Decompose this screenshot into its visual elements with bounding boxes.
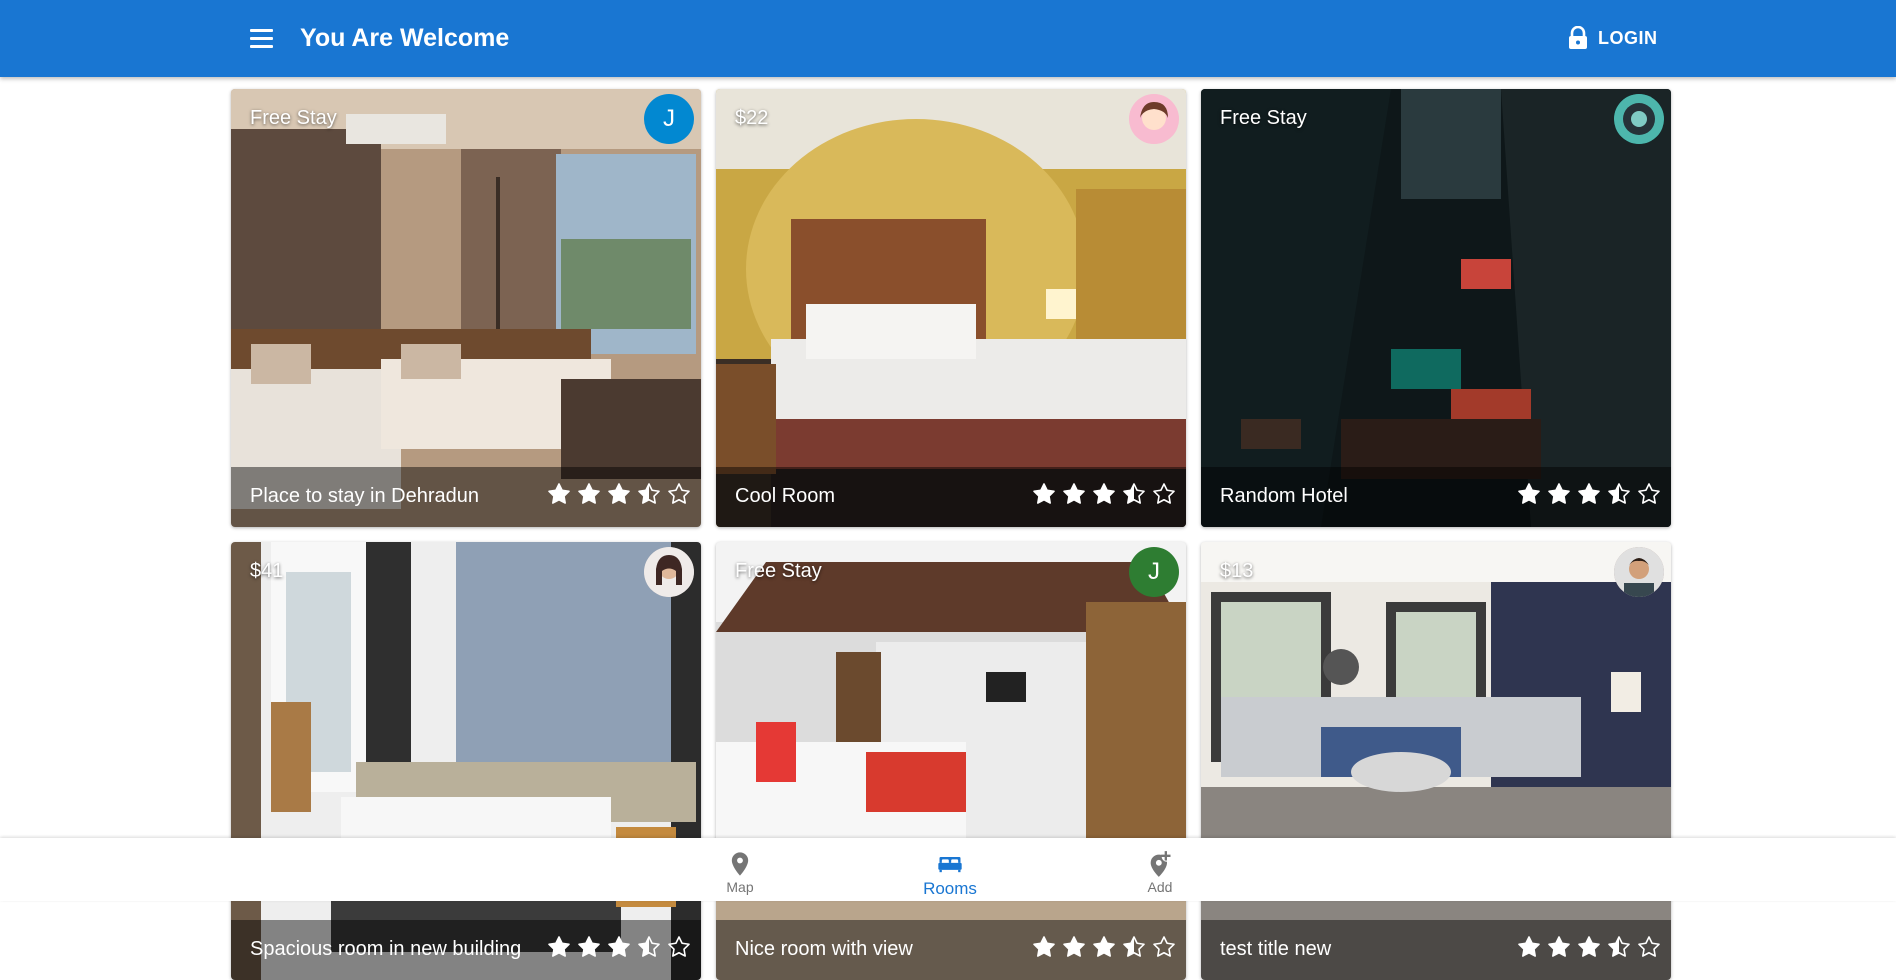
avatar-image <box>1614 94 1664 144</box>
card-caption: Nice room with view <box>716 920 1186 980</box>
nav-add-label: Add <box>1147 879 1173 895</box>
price-label: Free Stay <box>1220 107 1307 129</box>
rating-stars[interactable] <box>547 935 691 959</box>
star-outline-icon[interactable] <box>1637 482 1661 506</box>
card-caption: Spacious room in new building <box>231 920 701 980</box>
star-outline-icon[interactable] <box>1637 935 1661 959</box>
room-photo <box>1201 542 1671 980</box>
room-title: Cool Room <box>735 485 836 507</box>
star-half-icon[interactable] <box>637 935 661 959</box>
rating-stars[interactable] <box>547 482 691 506</box>
room-card[interactable]: $13 test title new <box>1201 542 1671 980</box>
room-photo <box>716 542 1186 980</box>
star-half-icon[interactable] <box>1122 482 1146 506</box>
avatar[interactable] <box>644 547 694 597</box>
room-card[interactable]: Free Stay J Nice room with view <box>716 542 1186 980</box>
avatar-image <box>1614 547 1664 597</box>
star-half-icon[interactable] <box>637 482 661 506</box>
star-icon[interactable] <box>1032 482 1056 506</box>
room-photo <box>231 542 701 980</box>
room-title: Spacious room in new building <box>250 938 522 960</box>
nav-rooms[interactable]: Rooms <box>890 838 1010 901</box>
room-title: Place to stay in Dehradun <box>250 485 480 507</box>
room-photo <box>231 89 701 527</box>
card-caption: Random Hotel <box>1201 467 1671 527</box>
card-caption: Cool Room <box>716 467 1186 527</box>
star-outline-icon[interactable] <box>1152 482 1176 506</box>
app-bar: You Are Welcome LOGIN <box>0 0 1896 77</box>
bed-icon <box>938 857 962 873</box>
star-half-icon[interactable] <box>1122 935 1146 959</box>
rating-stars[interactable] <box>1032 482 1176 506</box>
star-outline-icon[interactable] <box>1152 935 1176 959</box>
star-outline-icon[interactable] <box>667 482 691 506</box>
star-icon[interactable] <box>547 482 571 506</box>
star-outline-icon[interactable] <box>667 935 691 959</box>
room-photo <box>716 89 1186 527</box>
card-caption: test title new <box>1201 920 1671 980</box>
price-label: Free Stay <box>250 107 337 129</box>
room-title: test title new <box>1220 938 1332 960</box>
rating-stars[interactable] <box>1032 935 1176 959</box>
avatar[interactable]: J <box>644 94 694 144</box>
star-icon[interactable] <box>1577 935 1601 959</box>
menu-icon[interactable] <box>245 22 277 54</box>
avatar[interactable] <box>1129 94 1179 144</box>
avatar[interactable] <box>1614 547 1664 597</box>
star-icon[interactable] <box>1517 935 1541 959</box>
rating-stars[interactable] <box>1517 482 1661 506</box>
price-label: Free Stay <box>735 560 822 582</box>
room-card[interactable]: $22 Cool Room <box>716 89 1186 527</box>
star-icon[interactable] <box>1062 935 1086 959</box>
star-icon[interactable] <box>1547 482 1571 506</box>
room-card[interactable]: Free Stay J Place to stay in Dehradun <box>231 89 701 527</box>
star-icon[interactable] <box>1517 482 1541 506</box>
lock-icon <box>1569 26 1587 49</box>
star-half-icon[interactable] <box>1607 482 1631 506</box>
card-caption: Place to stay in Dehradun <box>231 467 701 527</box>
star-icon[interactable] <box>1547 935 1571 959</box>
login-button[interactable]: LOGIN <box>1568 22 1658 54</box>
star-icon[interactable] <box>577 482 601 506</box>
nav-map[interactable]: Map <box>680 838 800 901</box>
bottom-navigation: Map Rooms Add <box>0 838 1896 901</box>
price-label: $13 <box>1220 560 1254 582</box>
star-icon[interactable] <box>607 935 631 959</box>
price-label: $41 <box>250 560 284 582</box>
room-title: Nice room with view <box>735 938 913 960</box>
price-label: $22 <box>735 107 769 129</box>
room-title: Random Hotel <box>1220 485 1348 507</box>
avatar-image <box>644 547 694 597</box>
map-pin-icon <box>731 852 749 876</box>
avatar[interactable]: J <box>1129 547 1179 597</box>
avatar-image <box>1129 94 1179 144</box>
login-label: LOGIN <box>1598 27 1658 48</box>
star-icon[interactable] <box>1577 482 1601 506</box>
app-title: You Are Welcome <box>300 24 510 52</box>
nav-map-label: Map <box>726 879 754 895</box>
rating-stars[interactable] <box>1517 935 1661 959</box>
star-icon[interactable] <box>1032 935 1056 959</box>
star-icon[interactable] <box>607 482 631 506</box>
star-icon[interactable] <box>1062 482 1086 506</box>
avatar[interactable] <box>1614 94 1664 144</box>
room-card[interactable]: Free Stay Random Hotel <box>1201 89 1671 527</box>
star-icon[interactable] <box>577 935 601 959</box>
star-half-icon[interactable] <box>1607 935 1631 959</box>
star-icon[interactable] <box>1092 482 1116 506</box>
room-photo <box>1201 89 1671 527</box>
nav-rooms-label: Rooms <box>923 879 977 898</box>
star-icon[interactable] <box>547 935 571 959</box>
star-icon[interactable] <box>1092 935 1116 959</box>
nav-add[interactable]: Add <box>1100 838 1220 901</box>
add-location-icon <box>1150 851 1171 877</box>
room-card[interactable]: $41 Spacious room in new building <box>231 542 701 980</box>
